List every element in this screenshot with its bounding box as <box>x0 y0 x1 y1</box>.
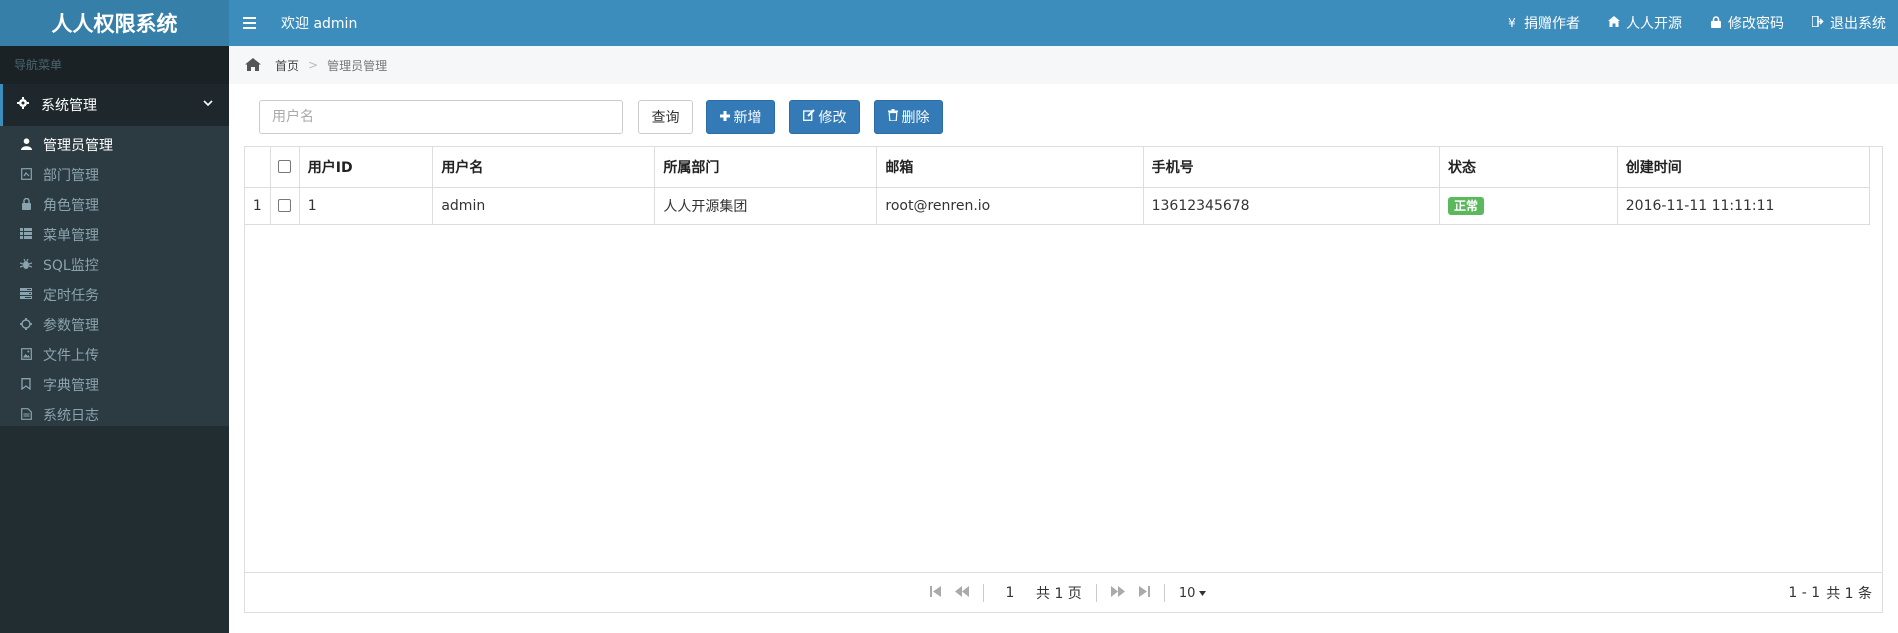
sidebar-item-dict[interactable]: 字典管理 <box>0 370 229 400</box>
sidebar-submenu: 管理员管理 部门管理 角色管理 菜单管理 SQL监控 定时任务 参数管理 文件上… <box>0 126 229 426</box>
sidebar-item-admin[interactable]: 管理员管理 <box>0 130 229 160</box>
row-select-cell <box>270 187 300 225</box>
sidebar-item-sql[interactable]: SQL监控 <box>0 250 229 280</box>
pager: 共 1 页 10 1 - 1 共 1 条 <box>245 572 1882 612</box>
col-header-created[interactable]: 创建时间 <box>1617 147 1871 188</box>
content-panel: 查询 新增 修改 删除 <box>229 84 1898 633</box>
donate-link[interactable]: ¥ 捐赠作者 <box>1506 13 1580 33</box>
cell-username: admin <box>432 187 656 225</box>
query-button[interactable]: 查询 <box>638 100 693 134</box>
top-header: 人人权限系统 欢迎 admin ¥ 捐赠作者 人人开源 修改密码 退出系统 <box>0 0 1898 46</box>
sidebar-item-dept[interactable]: 部门管理 <box>0 160 229 190</box>
sign-out-icon <box>1811 15 1824 30</box>
sidebar-item-tasks[interactable]: 定时任务 <box>0 280 229 310</box>
sidebar-item-log[interactable]: 系统日志 <box>0 400 229 430</box>
department-icon <box>19 167 33 183</box>
trash-icon <box>887 109 898 125</box>
sidebar: 导航菜单 系统管理 管理员管理 部门管理 角色管理 菜单管理 SQL监控 定时任… <box>0 46 229 633</box>
top-actions: ¥ 捐赠作者 人人开源 修改密码 退出系统 <box>1506 0 1886 46</box>
edit-button[interactable]: 修改 <box>789 100 860 134</box>
file-icon <box>19 407 33 423</box>
breadcrumb-current: 管理员管理 <box>327 58 388 73</box>
lock-icon <box>1710 15 1722 31</box>
edit-icon <box>802 109 815 125</box>
last-page-icon[interactable] <box>1138 586 1150 600</box>
home-icon[interactable] <box>245 56 261 75</box>
sidebar-item-params[interactable]: 参数管理 <box>0 310 229 340</box>
add-button[interactable]: 新增 <box>706 100 775 134</box>
rownum-header <box>245 147 271 188</box>
cell-dept: 人人开源集团 <box>654 187 878 225</box>
next-page-icon[interactable] <box>1110 586 1125 600</box>
bug-icon <box>19 258 33 273</box>
pager-separator <box>1163 584 1165 602</box>
col-header-dept[interactable]: 所属部门 <box>654 147 878 188</box>
total-records: 共 1 条 <box>1826 586 1872 602</box>
home-icon <box>1608 16 1620 30</box>
delete-button[interactable]: 删除 <box>874 100 943 134</box>
select-all-checkbox[interactable] <box>278 160 292 174</box>
total-pages-label: 共 1 页 <box>1036 586 1082 602</box>
cell-userid: 1 <box>299 187 434 225</box>
row-number: 1 <box>245 187 271 225</box>
plus-icon <box>719 109 730 125</box>
col-header-userid[interactable]: 用户ID <box>299 147 434 188</box>
cell-mobile: 13612345678 <box>1143 187 1440 225</box>
pager-separator <box>983 584 984 602</box>
logout-link[interactable]: 退出系统 <box>1811 13 1886 33</box>
username-search-input[interactable] <box>259 100 623 134</box>
sidebar-item-menu[interactable]: 菜单管理 <box>0 220 229 250</box>
cog-icon <box>19 317 33 333</box>
cell-status: 正常 <box>1439 187 1618 225</box>
sidebar-group-label: 系统管理 <box>41 98 97 114</box>
first-page-icon[interactable] <box>930 586 941 600</box>
record-range: 1 - 1 <box>1788 585 1821 601</box>
status-badge: 正常 <box>1447 197 1484 215</box>
table-header-row: 用户ID 用户名 所属部门 邮箱 手机号 状态 创建时间 <box>245 147 1871 188</box>
page-number-input[interactable] <box>998 583 1022 603</box>
row-checkbox[interactable] <box>278 199 292 212</box>
caret-down-icon <box>1199 590 1207 596</box>
role-icon <box>19 197 33 213</box>
renren-opensource-link[interactable]: 人人开源 <box>1608 13 1682 33</box>
change-password-link[interactable]: 修改密码 <box>1710 13 1784 33</box>
yen-icon: ¥ <box>1508 16 1516 30</box>
col-header-status[interactable]: 状态 <box>1439 147 1618 188</box>
prev-page-icon[interactable] <box>955 586 969 600</box>
user-icon <box>19 137 33 153</box>
breadcrumb-home[interactable]: 首页 <box>275 57 299 74</box>
admin-table: 用户ID 用户名 所属部门 邮箱 手机号 状态 创建时间 1 1 admin 人… <box>245 147 1871 225</box>
gear-icon <box>17 97 31 113</box>
table-row[interactable]: 1 1 admin 人人开源集团 root@renren.io 13612345… <box>245 187 1871 225</box>
hamburger-menu-icon[interactable] <box>243 13 257 33</box>
app-logo[interactable]: 人人权限系统 <box>0 0 229 46</box>
page-size-select[interactable]: 10 <box>1179 586 1207 601</box>
image-icon <box>19 347 33 363</box>
nav-header: 导航菜单 <box>0 46 229 84</box>
col-header-mobile[interactable]: 手机号 <box>1143 147 1440 188</box>
sidebar-group-system[interactable]: 系统管理 <box>0 84 229 126</box>
breadcrumb-separator: > <box>308 58 319 72</box>
cell-email: root@renren.io <box>876 187 1144 225</box>
sidebar-item-upload[interactable]: 文件上传 <box>0 340 229 370</box>
pager-summary: 1 - 1 共 1 条 <box>1788 573 1872 613</box>
select-all-cell <box>270 147 300 188</box>
pager-separator <box>1095 584 1097 602</box>
col-header-username[interactable]: 用户名 <box>432 147 656 188</box>
tasks-icon <box>19 288 33 302</box>
cell-created: 2016-11-11 11:11:11 <box>1617 187 1871 225</box>
breadcrumb: 首页 > 管理员管理 <box>229 46 1898 84</box>
chevron-down-icon <box>203 97 213 110</box>
sidebar-item-role[interactable]: 角色管理 <box>0 190 229 220</box>
bookmark-icon <box>19 377 33 393</box>
col-header-email[interactable]: 邮箱 <box>876 147 1144 188</box>
admin-grid: 用户ID 用户名 所属部门 邮箱 手机号 状态 创建时间 1 1 admin 人… <box>244 146 1883 613</box>
pager-controls: 共 1 页 10 <box>930 573 1207 613</box>
menu-list-icon <box>19 228 33 242</box>
welcome-text: 欢迎 admin <box>281 16 358 32</box>
main-content: 首页 > 管理员管理 查询 新增 修改 删除 <box>229 46 1898 633</box>
